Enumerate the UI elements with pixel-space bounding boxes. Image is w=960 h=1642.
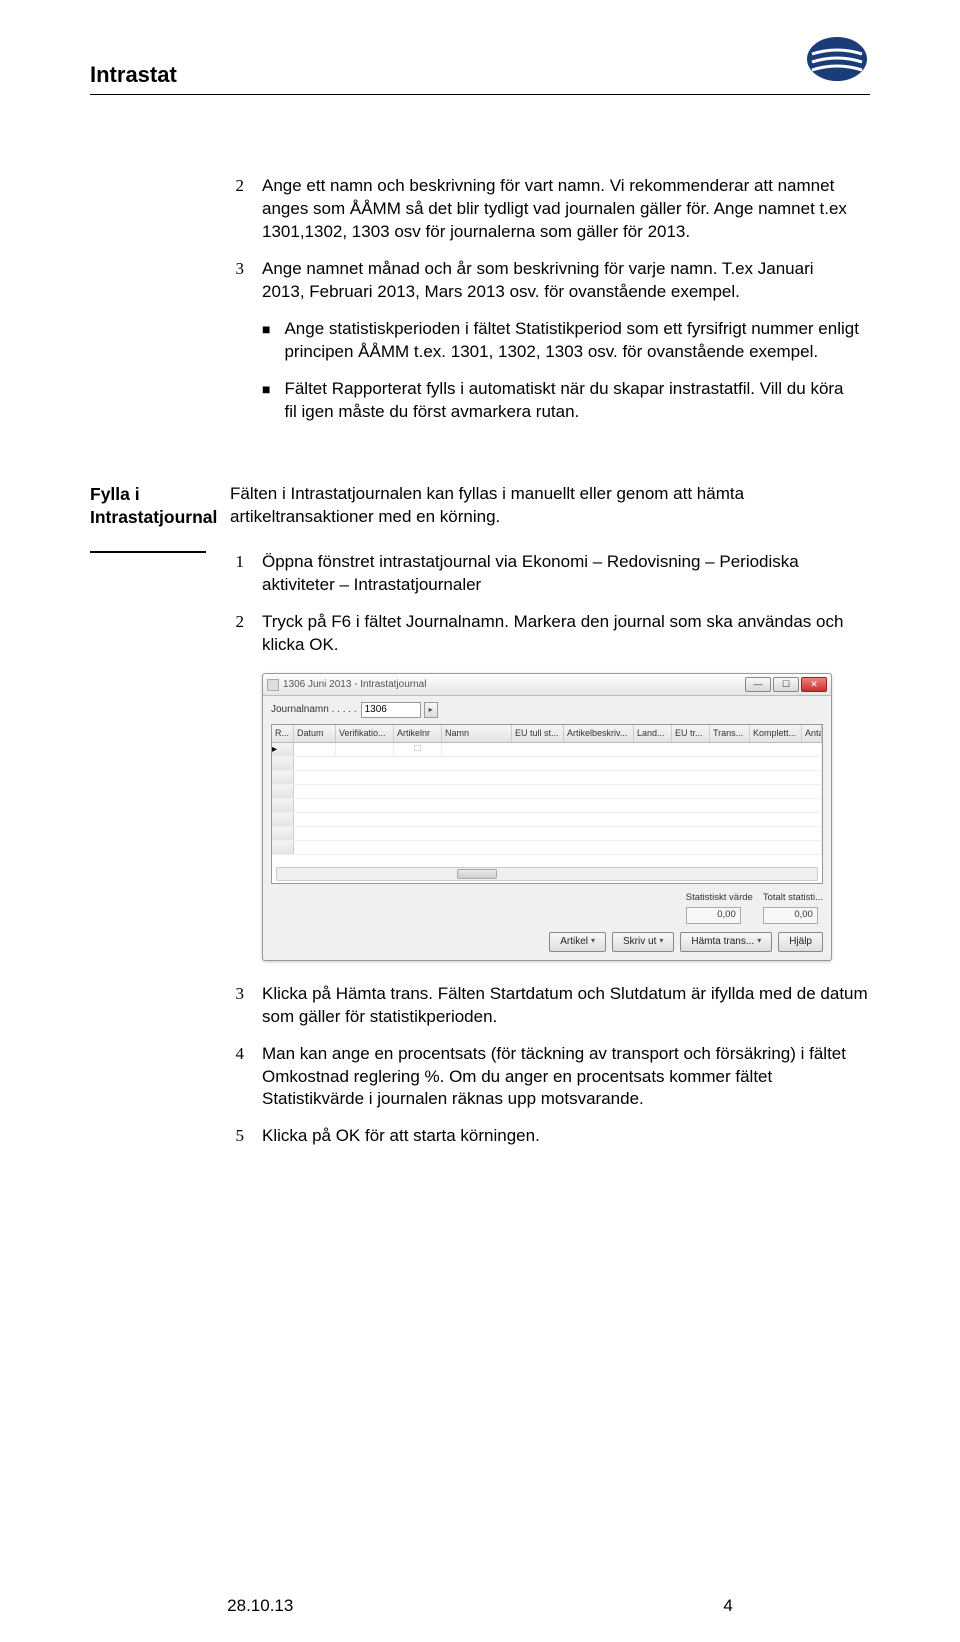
grid-col-komplett[interactable]: Komplett... [750, 725, 802, 742]
grid-header-row: R... Datum Verifikatio... Artikelnr Namn… [272, 725, 822, 743]
skriv-ut-button[interactable]: Skriv ut▾ [612, 932, 674, 952]
item-number: 1 [230, 551, 244, 597]
row-selector[interactable]: ▸ [272, 743, 294, 756]
section-body: Fälten i Intrastatjournalen kan fyllas i… [230, 483, 870, 1162]
section-heading-text: Fylla i Intrastatjournal [90, 484, 217, 527]
item-number: 2 [230, 175, 244, 244]
journalnamn-field-row: Journalnamn . . . . . 1306 ▸ [271, 702, 823, 718]
grid-row[interactable] [272, 771, 822, 785]
chevron-down-icon: ▾ [757, 936, 761, 947]
company-logo-icon [804, 34, 870, 84]
minimize-button[interactable]: — [745, 677, 771, 692]
grid-col-namn[interactable]: Namn [442, 725, 512, 742]
window-button-row: Artikel▾ Skriv ut▾ Hämta trans...▾ Hjälp [271, 932, 823, 952]
scrollbar-thumb[interactable] [457, 869, 497, 879]
grid-col-antal[interactable]: Antal [802, 725, 822, 742]
close-button[interactable]: ✕ [801, 677, 827, 692]
section-heading: Fylla i Intrastatjournal [90, 483, 206, 1162]
statistiskt-varde-label: Statistiskt värde [686, 892, 753, 905]
page-footer: 28.10.13 4 [0, 1596, 960, 1616]
totalt-statist-label: Totalt statisti... [763, 892, 823, 905]
footer-date: 28.10.13 [227, 1596, 293, 1616]
totals-row: Statistiskt värde 0,00 Totalt statisti..… [271, 892, 823, 924]
grid-col-verifikatio[interactable]: Verifikatio... [336, 725, 394, 742]
grid-body[interactable]: ▸ ⬚ [272, 743, 822, 855]
journalnamn-lookup-button[interactable]: ▸ [424, 702, 438, 718]
bullet-text: Ange statistiskperioden i fältet Statist… [284, 318, 860, 364]
footer-page-number: 4 [723, 1596, 732, 1616]
grid-row[interactable] [272, 799, 822, 813]
header-title: Intrastat [90, 34, 177, 88]
grid-col-artikelbeskriv[interactable]: Artikelbeskriv... [564, 725, 634, 742]
numbered-item-5: 5 Klicka på OK för att starta körningen. [230, 1125, 870, 1148]
item-text: Man kan ange en procentsats (för täcknin… [262, 1043, 870, 1112]
grid-col-artikelnr[interactable]: Artikelnr [394, 725, 442, 742]
window-titlebar[interactable]: 1306 Juni 2013 - Intrastatjournal — ☐ ✕ [263, 674, 831, 696]
maximize-button[interactable]: ☐ [773, 677, 799, 692]
grid-col-eutull[interactable]: EU tull st... [512, 725, 564, 742]
item-text: Ange ett namn och beskrivning för vart n… [262, 175, 860, 244]
numbered-item-3: 3 Klicka på Hämta trans. Fälten Startdat… [230, 983, 870, 1029]
hjalp-button[interactable]: Hjälp [778, 932, 823, 952]
window-title: 1306 Juni 2013 - Intrastatjournal [283, 678, 426, 692]
heading-underline [90, 551, 206, 553]
grid-row[interactable] [272, 813, 822, 827]
bullet-item: ■ Fältet Rapporterat fylls i automatiskt… [262, 378, 860, 424]
journalnamn-label: Journalnamn . . . . . [271, 703, 357, 717]
window-icon [267, 679, 279, 691]
numbered-item-2: 2 Ange ett namn och beskrivning för vart… [230, 175, 860, 244]
journal-grid[interactable]: R... Datum Verifikatio... Artikelnr Namn… [271, 724, 823, 884]
grid-col-eutr[interactable]: EU tr... [672, 725, 710, 742]
square-bullet-icon: ■ [262, 318, 270, 364]
totalt-statist-value: 0,00 [763, 907, 818, 924]
bullet-text: Fältet Rapporterat fylls i automatiskt n… [284, 378, 860, 424]
section-intro: Fälten i Intrastatjournalen kan fyllas i… [230, 483, 870, 529]
item-number: 3 [230, 258, 244, 304]
grid-row[interactable]: ▸ ⬚ [272, 743, 822, 757]
numbered-item-2: 2 Tryck på F6 i fältet Journalnamn. Mark… [230, 611, 870, 657]
artikel-button[interactable]: Artikel▾ [549, 932, 606, 952]
grid-col-r[interactable]: R... [272, 725, 294, 742]
numbered-item-4: 4 Man kan ange en procentsats (för täckn… [230, 1043, 870, 1112]
bullet-item: ■ Ange statistiskperioden i fältet Stati… [262, 318, 860, 364]
horizontal-scrollbar[interactable] [276, 867, 818, 881]
item-text: Tryck på F6 i fältet Journalnamn. Marker… [262, 611, 870, 657]
statistiskt-varde-value: 0,00 [686, 907, 741, 924]
item-number: 2 [230, 611, 244, 657]
intrastatjournal-window: 1306 Juni 2013 - Intrastatjournal — ☐ ✕ … [262, 673, 832, 961]
grid-row[interactable] [272, 841, 822, 855]
journalnamn-input[interactable]: 1306 [361, 702, 421, 718]
journalnamn-value: 1306 [365, 703, 387, 717]
grid-col-land[interactable]: Land... [634, 725, 672, 742]
page-header: Intrastat [90, 34, 870, 95]
hamta-trans-button[interactable]: Hämta trans...▾ [680, 932, 772, 952]
grid-row[interactable] [272, 757, 822, 771]
content-block-1: 2 Ange ett namn och beskrivning för vart… [230, 175, 860, 423]
numbered-item-1: 1 Öppna fönstret intrastatjournal via Ek… [230, 551, 870, 597]
grid-col-trans[interactable]: Trans... [710, 725, 750, 742]
item-number: 5 [230, 1125, 244, 1148]
square-bullet-icon: ■ [262, 378, 270, 424]
chevron-down-icon: ▾ [659, 936, 663, 947]
lookup-icon[interactable]: ⬚ [394, 743, 442, 756]
item-text: Klicka på Hämta trans. Fälten Startdatum… [262, 983, 870, 1029]
chevron-down-icon: ▾ [591, 936, 595, 947]
section-fylla-intrastatjournal: Fylla i Intrastatjournal Fälten i Intras… [90, 483, 870, 1162]
item-number: 4 [230, 1043, 244, 1112]
item-number: 3 [230, 983, 244, 1029]
item-text: Klicka på OK för att starta körningen. [262, 1125, 870, 1148]
numbered-item-3: 3 Ange namnet månad och år som beskrivni… [230, 258, 860, 304]
grid-col-datum[interactable]: Datum [294, 725, 336, 742]
item-text: Öppna fönstret intrastatjournal via Ekon… [262, 551, 870, 597]
grid-row[interactable] [272, 827, 822, 841]
grid-row[interactable] [272, 785, 822, 799]
item-text: Ange namnet månad och år som beskrivning… [262, 258, 860, 304]
